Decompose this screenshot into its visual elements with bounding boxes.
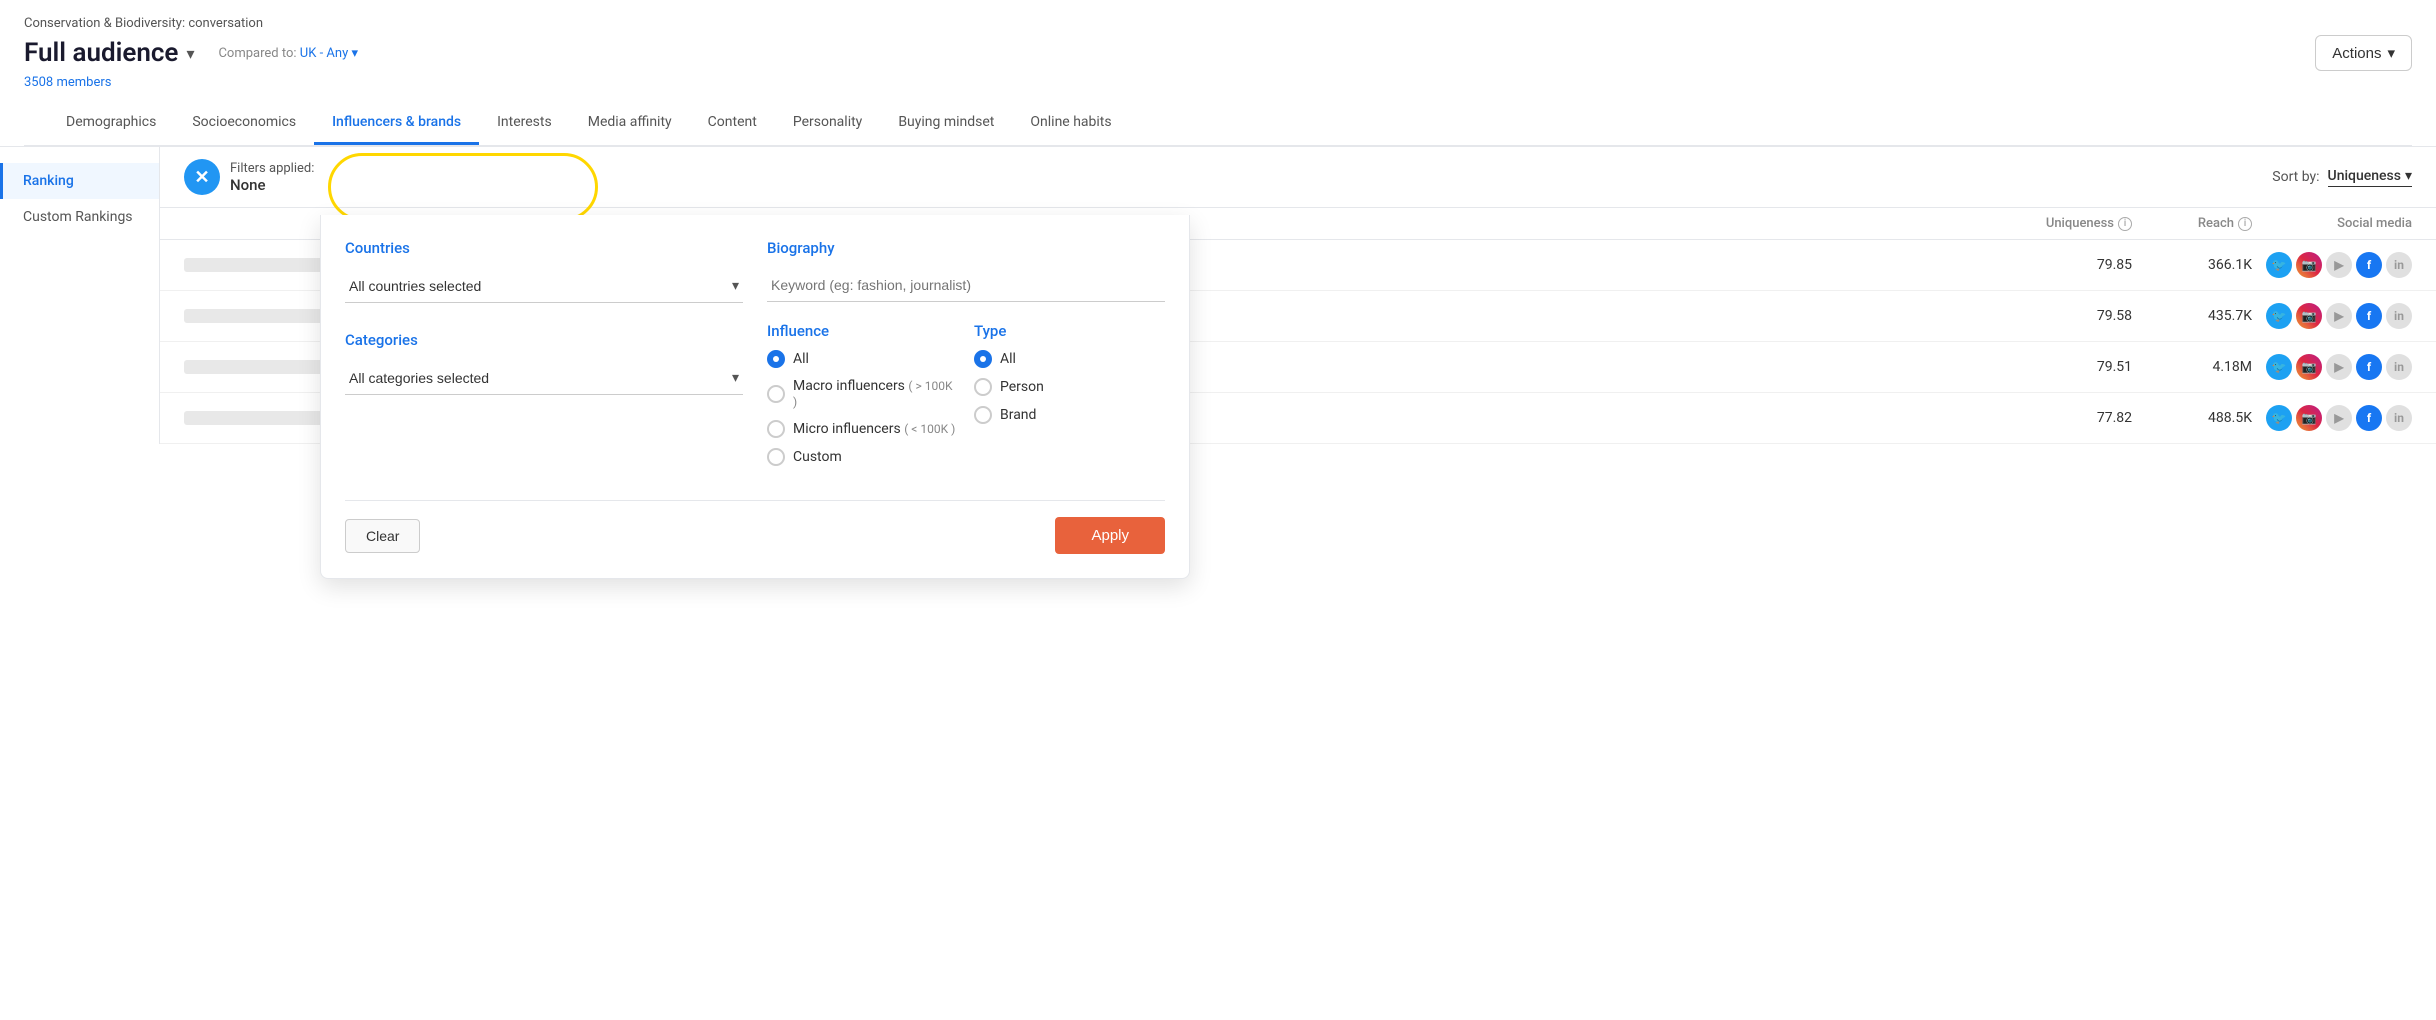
tab-content[interactable]: Content <box>690 102 775 145</box>
type-radio-all[interactable] <box>974 350 992 368</box>
sidebar: Ranking Custom Rankings <box>0 147 160 444</box>
type-option-brand[interactable]: Brand <box>974 406 1165 424</box>
filter-panel: Countries All countries selected ▾ Categ… <box>320 215 1190 579</box>
filter-status: Filters applied: None <box>230 160 314 194</box>
tab-buying-mindset[interactable]: Buying mindset <box>880 102 1012 145</box>
tab-demographics[interactable]: Demographics <box>48 102 174 145</box>
countries-arrow-icon: ▾ <box>732 277 739 294</box>
filter-panel-footer: Clear Apply <box>345 500 1165 554</box>
countries-dropdown[interactable]: All countries selected ▾ <box>345 269 743 303</box>
biography-title: Biography <box>767 239 1165 257</box>
categories-title: Categories <box>345 331 743 349</box>
type-option-all[interactable]: All <box>974 350 1165 368</box>
compared-to-value[interactable]: UK - Any ▾ <box>300 46 358 61</box>
sort-by-value[interactable]: Uniqueness ▾ <box>2328 168 2412 187</box>
sidebar-item-ranking[interactable]: Ranking <box>0 163 159 199</box>
title-left: Full audience ▾ Compared to: UK - Any ▾ <box>24 38 358 68</box>
main-content: ✕ Filters applied: None Sort by: Uniquen… <box>160 147 2436 444</box>
biography-input[interactable] <box>767 269 1165 302</box>
categories-dropdown[interactable]: All categories selected ▾ <box>345 361 743 395</box>
filter-right-section: Biography Influence All <box>767 239 1165 476</box>
page-title: Full audience <box>24 38 178 68</box>
nav-tabs: Demographics Socioeconomics Influencers … <box>24 102 2412 146</box>
filter-bar: ✕ Filters applied: None Sort by: Uniquen… <box>160 147 2436 208</box>
type-radio-person[interactable] <box>974 378 992 396</box>
close-filter-button[interactable]: ✕ <box>184 159 220 195</box>
sidebar-item-custom-rankings[interactable]: Custom Rankings <box>0 199 159 235</box>
compared-to-label: Compared to: UK - Any ▾ <box>218 46 358 61</box>
members-count[interactable]: 3508 members <box>24 75 2412 90</box>
influence-option-micro[interactable]: Micro influencers ( < 100K ) <box>767 420 958 438</box>
content-area: Ranking Custom Rankings ✕ Filters applie… <box>0 147 2436 444</box>
influence-radio-micro[interactable] <box>767 420 785 438</box>
sort-by-label: Sort by: <box>2272 169 2319 185</box>
tab-socioeconomics[interactable]: Socioeconomics <box>174 102 314 145</box>
influence-radio-custom[interactable] <box>767 448 785 466</box>
type-group: Type All Person <box>974 322 1165 476</box>
tab-personality[interactable]: Personality <box>775 102 880 145</box>
apply-button[interactable]: Apply <box>1055 517 1165 554</box>
clear-button[interactable]: Clear <box>345 519 420 553</box>
tab-interests[interactable]: Interests <box>479 102 570 145</box>
filter-panel-body: Countries All countries selected ▾ Categ… <box>345 239 1165 476</box>
influence-option-all[interactable]: All <box>767 350 958 368</box>
influence-group: Influence All Macro influencers ( <box>767 322 958 476</box>
influence-radio-all[interactable] <box>767 350 785 368</box>
filter-panel-overlay: Countries All countries selected ▾ Categ… <box>160 215 2436 444</box>
countries-title: Countries <box>345 239 743 257</box>
filter-left-section: Countries All countries selected ▾ Categ… <box>345 239 743 476</box>
sort-bar: Sort by: Uniqueness ▾ <box>2272 168 2412 187</box>
type-option-person[interactable]: Person <box>974 378 1165 396</box>
influence-option-macro[interactable]: Macro influencers ( > 100K ) <box>767 378 958 410</box>
type-radio-brand[interactable] <box>974 406 992 424</box>
actions-button[interactable]: Actions ▾ <box>2315 35 2412 71</box>
type-title: Type <box>974 322 1165 340</box>
influence-type-row: Influence All Macro influencers ( <box>767 322 1165 476</box>
tab-online-habits[interactable]: Online habits <box>1012 102 1129 145</box>
page-header: Conservation & Biodiversity: conversatio… <box>0 0 2436 147</box>
title-dropdown-icon[interactable]: ▾ <box>186 44 194 63</box>
categories-arrow-icon: ▾ <box>732 369 739 386</box>
influence-option-custom[interactable]: Custom <box>767 448 958 466</box>
tab-media-affinity[interactable]: Media affinity <box>570 102 690 145</box>
influence-radio-macro[interactable] <box>767 385 785 403</box>
breadcrumb: Conservation & Biodiversity: conversatio… <box>24 16 2412 31</box>
influence-title: Influence <box>767 322 958 340</box>
tab-influencers[interactable]: Influencers & brands <box>314 102 479 145</box>
